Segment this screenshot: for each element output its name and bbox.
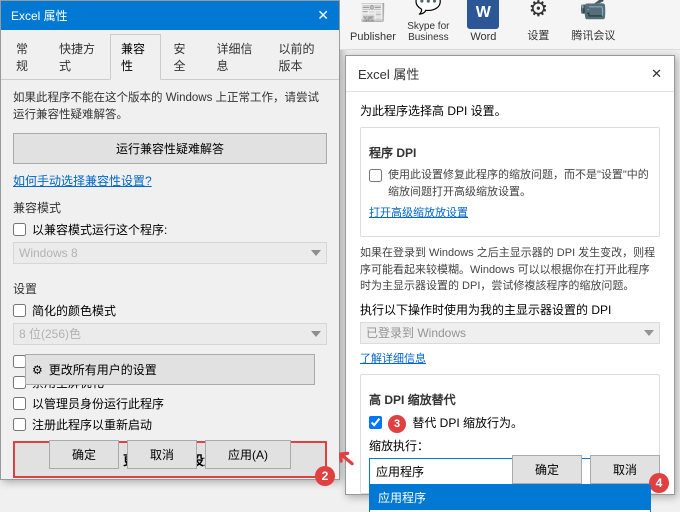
publisher-label: Publisher — [350, 31, 396, 43]
high-dpi-check-label: 3 替代 DPI 缩放行为。 — [388, 414, 523, 433]
badge-4: 4 — [649, 473, 669, 493]
right-bottom-buttons: 确定 取消 — [512, 455, 660, 484]
ok-button[interactable]: 确定 — [49, 440, 119, 469]
high-dpi-check-row: 3 替代 DPI 缩放行为。 — [369, 414, 651, 433]
taskbar: 📰 Publisher 💬 Skype forBusiness W Word ⚙… — [340, 0, 680, 50]
scaling-label: 缩放执行： — [369, 437, 651, 454]
selected-option: 应用程序 — [376, 463, 424, 480]
admin-checkbox[interactable] — [13, 397, 26, 410]
tab-details[interactable]: 详细信息 — [206, 34, 266, 79]
left-body: 如果此程序不能在这个版本的 Windows 上正常工作，请尝试运行兼容性疑难解答… — [1, 80, 339, 496]
right-body: 为此程序选择高 DPI 设置。 程序 DPI 使用此设置修复此程序的缩放问题，而… — [346, 92, 674, 512]
tab-security[interactable]: 安全 — [163, 34, 204, 79]
dropdown-item-app[interactable]: 应用程序 — [370, 485, 650, 510]
left-titlebar: Excel 属性 ✕ — [1, 1, 339, 30]
run-compat-row: 以兼容模式运行这个程序: — [13, 221, 327, 238]
right-titlebar: Excel 属性 ✕ — [346, 56, 674, 92]
for-program-label: 为此程序选择高 DPI 设置。 — [360, 102, 660, 119]
tab-shortcut[interactable]: 快捷方式 — [48, 34, 108, 79]
cancel-button[interactable]: 取消 — [127, 440, 197, 469]
program-dpi-check-row: 使用此设置修复此程序的缩放问题，而不是"设置"中的缩放间题打开高级缩放设置。 — [369, 167, 651, 200]
left-close-button[interactable]: ✕ — [317, 7, 329, 24]
restart-checkbox[interactable] — [13, 418, 26, 431]
settings-label: 设置 — [527, 27, 549, 43]
taskbar-settings[interactable]: ⚙ 设置 — [516, 0, 561, 43]
badge-3-inline: 3 — [388, 415, 406, 433]
restart-label: 注册此程序以重新启动 — [32, 416, 152, 433]
taskbar-skype[interactable]: 💬 Skype forBusiness — [406, 0, 451, 43]
color-mode-checkbox[interactable] — [13, 304, 26, 317]
left-tabs: 常规 快捷方式 兼容性 安全 详细信息 以前的版本 — [1, 30, 339, 80]
color-mode-label: 简化的颜色模式 — [32, 302, 116, 319]
restart-row: 注册此程序以重新启动 — [13, 416, 327, 433]
windows-version-select[interactable]: Windows 8 — [13, 242, 327, 264]
publisher-icon: 📰 — [357, 0, 389, 29]
color-mode-row: 简化的颜色模式 — [13, 302, 327, 319]
taskbar-word[interactable]: W Word — [461, 0, 506, 43]
skype-icon: 💬 — [412, 0, 444, 19]
high-dpi-checkbox[interactable] — [369, 416, 382, 429]
execution-label: 执行以下操作时使用为我的主显示器设置的 DPI — [360, 301, 660, 318]
tencent-label: 腾讯会议 — [571, 27, 615, 43]
dropdown-list: 应用程序 系统 系统(增强) — [369, 485, 651, 512]
open-scaling-link[interactable]: 打开高级缩放放设置 — [369, 204, 651, 220]
skype-label: Skype forBusiness — [407, 21, 449, 43]
left-properties-dialog: Excel 属性 ✕ 常规 快捷方式 兼容性 安全 详细信息 以前的版本 如果此… — [0, 0, 340, 480]
color-depth-select[interactable]: 8 位(256)色 — [13, 323, 327, 345]
program-dpi-checkbox[interactable] — [369, 169, 382, 182]
settings-icon: ⚙ — [522, 0, 554, 25]
gear-icon: ⚙ — [32, 363, 43, 377]
tab-general[interactable]: 常规 — [5, 34, 46, 79]
left-bottom-buttons: 确定 取消 应用(A) — [1, 440, 339, 469]
dpi-timing-select[interactable]: 已登录到 Windows — [360, 322, 660, 344]
badge-2: 2 — [315, 466, 335, 486]
compat-desc: 如果此程序不能在这个版本的 Windows 上正常工作，请尝试运行兼容性疑难解答… — [13, 90, 327, 125]
change-all-label: 更改所有用户的设置 — [49, 361, 157, 378]
word-icon: W — [467, 0, 499, 29]
compat-mode-label: 兼容模式 — [13, 199, 327, 216]
run-compat-button[interactable]: 运行兼容性疑难解答 — [13, 133, 327, 164]
compat-mode-section: 兼容模式 以兼容模式运行这个程序: Windows 8 — [13, 199, 327, 272]
word-label: Word — [470, 31, 496, 43]
taskbar-publisher[interactable]: 📰 Publisher — [350, 0, 396, 43]
high-dpi-title: 高 DPI 缩放替代 — [369, 391, 651, 408]
learn-more-link[interactable]: 了解详细信息 — [360, 350, 660, 366]
admin-label: 以管理员身份运行此程序 — [32, 395, 164, 412]
program-dpi-section: 程序 DPI 使用此设置修复此程序的缩放问题，而不是"设置"中的缩放间题打开高级… — [360, 127, 660, 237]
tab-prev-versions[interactable]: 以前的版本 — [268, 34, 338, 79]
admin-row: 以管理员身份运行此程序 — [13, 395, 327, 412]
run-compat-checkbox[interactable] — [13, 223, 26, 236]
program-dpi-title: 程序 DPI — [369, 144, 651, 161]
right-dpi-dialog: Excel 属性 ✕ 为此程序选择高 DPI 设置。 程序 DPI 使用此设置修… — [345, 55, 675, 495]
run-compat-text: 以兼容模式运行这个程序: — [32, 221, 167, 238]
windows-dpi-desc: 如果在登录到 Windows 之后主显示器的 DPI 发生变改，则程序可能看起来… — [360, 245, 660, 295]
tencent-icon: 📹 — [577, 0, 609, 25]
settings-label: 设置 — [13, 280, 327, 297]
change-all-users-button[interactable]: ⚙ 更改所有用户的设置 — [25, 354, 315, 385]
how-to-link[interactable]: 如何手动选择兼容性设置? — [13, 172, 327, 189]
taskbar-tencent[interactable]: 📹 腾讯会议 — [571, 0, 616, 43]
right-ok-button[interactable]: 确定 — [512, 455, 582, 484]
left-title: Excel 属性 — [11, 7, 68, 24]
apply-button[interactable]: 应用(A) — [205, 440, 291, 469]
program-dpi-desc: 使用此设置修复此程序的缩放问题，而不是"设置"中的缩放间题打开高级缩放设置。 — [388, 167, 651, 200]
tab-compat[interactable]: 兼容性 — [110, 34, 161, 80]
right-title: Excel 属性 — [358, 64, 419, 83]
right-close-button[interactable]: ✕ — [651, 66, 662, 82]
